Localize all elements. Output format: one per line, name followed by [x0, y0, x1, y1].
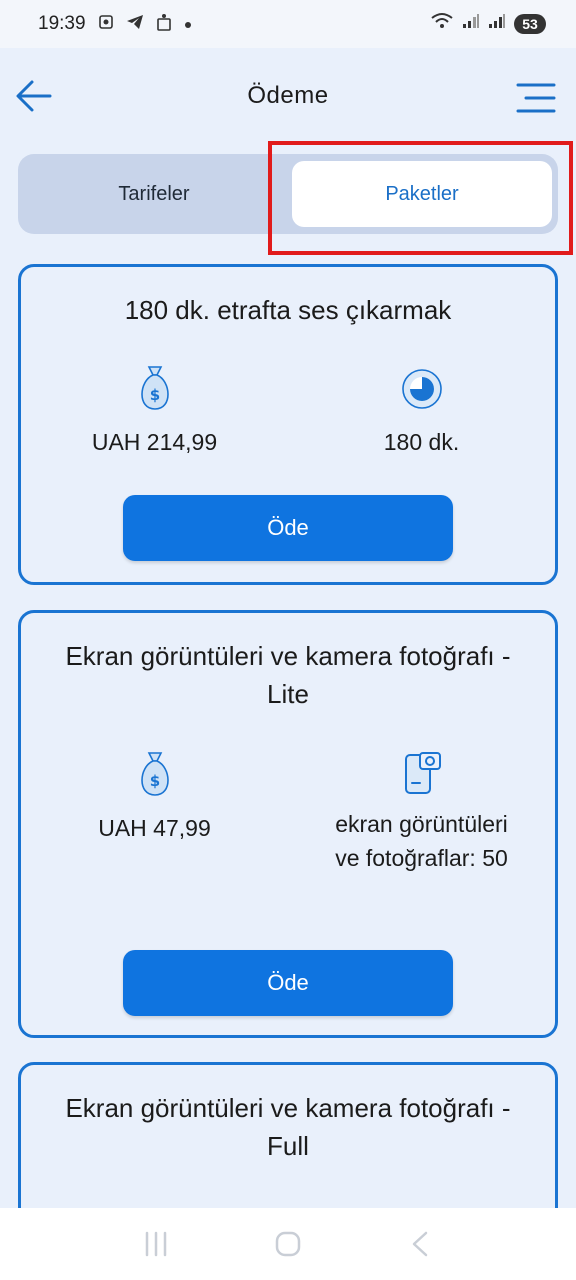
package-card: Ekran görüntüleri ve kamera fotoğrafı - …: [18, 610, 558, 1038]
svg-text:$: $: [149, 386, 159, 404]
phone-camera-icon: [404, 752, 441, 794]
page-title: Ödeme: [247, 82, 329, 109]
pay-button[interactable]: Öde: [123, 495, 453, 561]
package-feature: 180 dk.: [383, 429, 460, 455]
svg-text:$: $: [149, 772, 159, 790]
tab-tarifeler[interactable]: Tarifeler: [24, 161, 284, 227]
notification-icon: [156, 13, 172, 35]
recent-apps-icon: [145, 1231, 167, 1257]
chevron-left-icon: [412, 1231, 428, 1257]
money-bag-icon: $: [140, 366, 169, 410]
app-header: Ödeme: [0, 48, 576, 144]
wifi-icon: [430, 12, 454, 36]
package-title: 180 dk. etrafta ses çıkarmak: [124, 295, 452, 325]
arrow-left-icon: [16, 80, 52, 112]
menu-button[interactable]: [516, 82, 556, 114]
recent-apps-button[interactable]: [136, 1224, 176, 1264]
telegram-icon: [126, 14, 144, 34]
package-title: Ekran görüntüleri ve kamera fotoğrafı - …: [65, 641, 511, 709]
dot-icon: [184, 16, 192, 33]
clock-icon: [401, 369, 442, 409]
tab-paketler[interactable]: Paketler: [292, 161, 552, 227]
package-price: UAH 47,99: [98, 815, 211, 841]
package-title: Ekran görüntüleri ve kamera fotoğrafı - …: [65, 1093, 511, 1161]
signal-icon: [462, 13, 480, 35]
battery-badge: 53: [514, 14, 546, 34]
home-icon: [275, 1231, 301, 1257]
tab-switcher: Tarifeler Paketler: [18, 154, 558, 234]
screenshot-icon: [98, 14, 114, 34]
pay-button[interactable]: Öde: [123, 950, 453, 1016]
back-button[interactable]: [14, 78, 54, 114]
home-button[interactable]: [268, 1224, 308, 1264]
system-back-button[interactable]: [400, 1224, 440, 1264]
status-bar: 19:39 53: [0, 0, 576, 48]
signal-icon-2: [488, 13, 506, 35]
system-nav-bar: [0, 1208, 576, 1280]
menu-icon: [516, 83, 556, 113]
status-time: 19:39: [38, 13, 86, 34]
money-bag-icon: $: [140, 752, 169, 796]
package-card: 180 dk. etrafta ses çıkarmak $ UAH 214,9…: [18, 264, 558, 585]
package-price: UAH 214,99: [91, 429, 218, 455]
package-feature: ekran görüntüleri ve fotoğraflar: 50: [335, 811, 508, 871]
